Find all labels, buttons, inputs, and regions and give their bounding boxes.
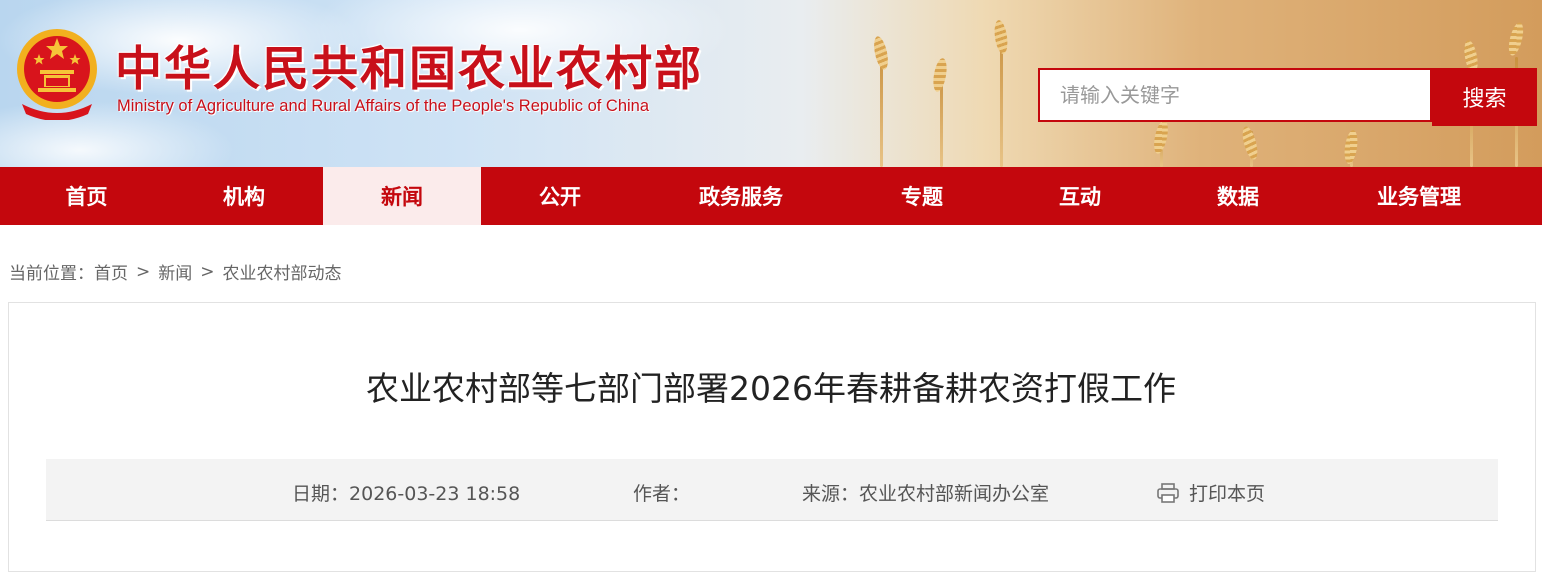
search-button[interactable]: 搜索: [1432, 68, 1537, 126]
site-title: 中华人民共和国农业农村部: [115, 42, 703, 97]
printer-icon: [1157, 482, 1179, 503]
nav-item-data[interactable]: 数据: [1159, 167, 1317, 225]
nav-item-interaction[interactable]: 互动: [1001, 167, 1159, 225]
breadcrumb-item-ministry-news[interactable]: 农业农村部动态: [223, 264, 342, 284]
nav-item-home[interactable]: 首页: [8, 167, 165, 225]
nav-item-organization[interactable]: 机构: [165, 167, 323, 225]
nav-item-business-management[interactable]: 业务管理: [1317, 167, 1521, 225]
nav-item-government-services[interactable]: 政务服务: [639, 167, 843, 225]
main-nav: 首页 机构 新闻 公开 政务服务 专题 互动 数据 业务管理: [0, 167, 1542, 225]
date-label: 日期：: [292, 483, 350, 505]
print-label: 打印本页: [1189, 483, 1266, 505]
article-date: 日期：2026-03-23 18:58: [292, 479, 520, 506]
source-value: 农业农村部新闻办公室: [859, 483, 1050, 505]
article-panel: [8, 302, 1536, 572]
breadcrumb-item-news[interactable]: 新闻: [158, 264, 192, 284]
breadcrumb-prefix: 当前位置：: [9, 264, 94, 284]
site-subtitle: Ministry of Agriculture and Rural Affair…: [117, 97, 650, 115]
search-box: [1038, 68, 1432, 122]
article-meta-bar: [46, 459, 1498, 521]
article-title: 农业农村部等七部门部署2026年春耕备耕农资打假工作: [366, 369, 1176, 408]
nav-item-public[interactable]: 公开: [481, 167, 639, 225]
source-label: 来源：: [802, 483, 860, 505]
breadcrumb-separator: >: [136, 261, 151, 282]
author-label: 作者：: [633, 483, 691, 505]
breadcrumb-item-home[interactable]: 首页: [94, 264, 128, 284]
search-input[interactable]: [1040, 70, 1430, 120]
article-author: 作者：: [633, 479, 690, 506]
national-emblem-icon: [17, 29, 97, 120]
print-button[interactable]: 打印本页: [1157, 479, 1265, 506]
date-value: 2026-03-23 18:58: [349, 483, 521, 505]
article-source: 来源：农业农村部新闻办公室: [802, 479, 1049, 506]
breadcrumb-separator: >: [200, 261, 215, 282]
breadcrumb: 当前位置：首页 > 新闻 > 农业农村部动态: [9, 259, 342, 285]
nav-item-news[interactable]: 新闻: [323, 167, 481, 225]
nav-item-topics[interactable]: 专题: [843, 167, 1001, 225]
